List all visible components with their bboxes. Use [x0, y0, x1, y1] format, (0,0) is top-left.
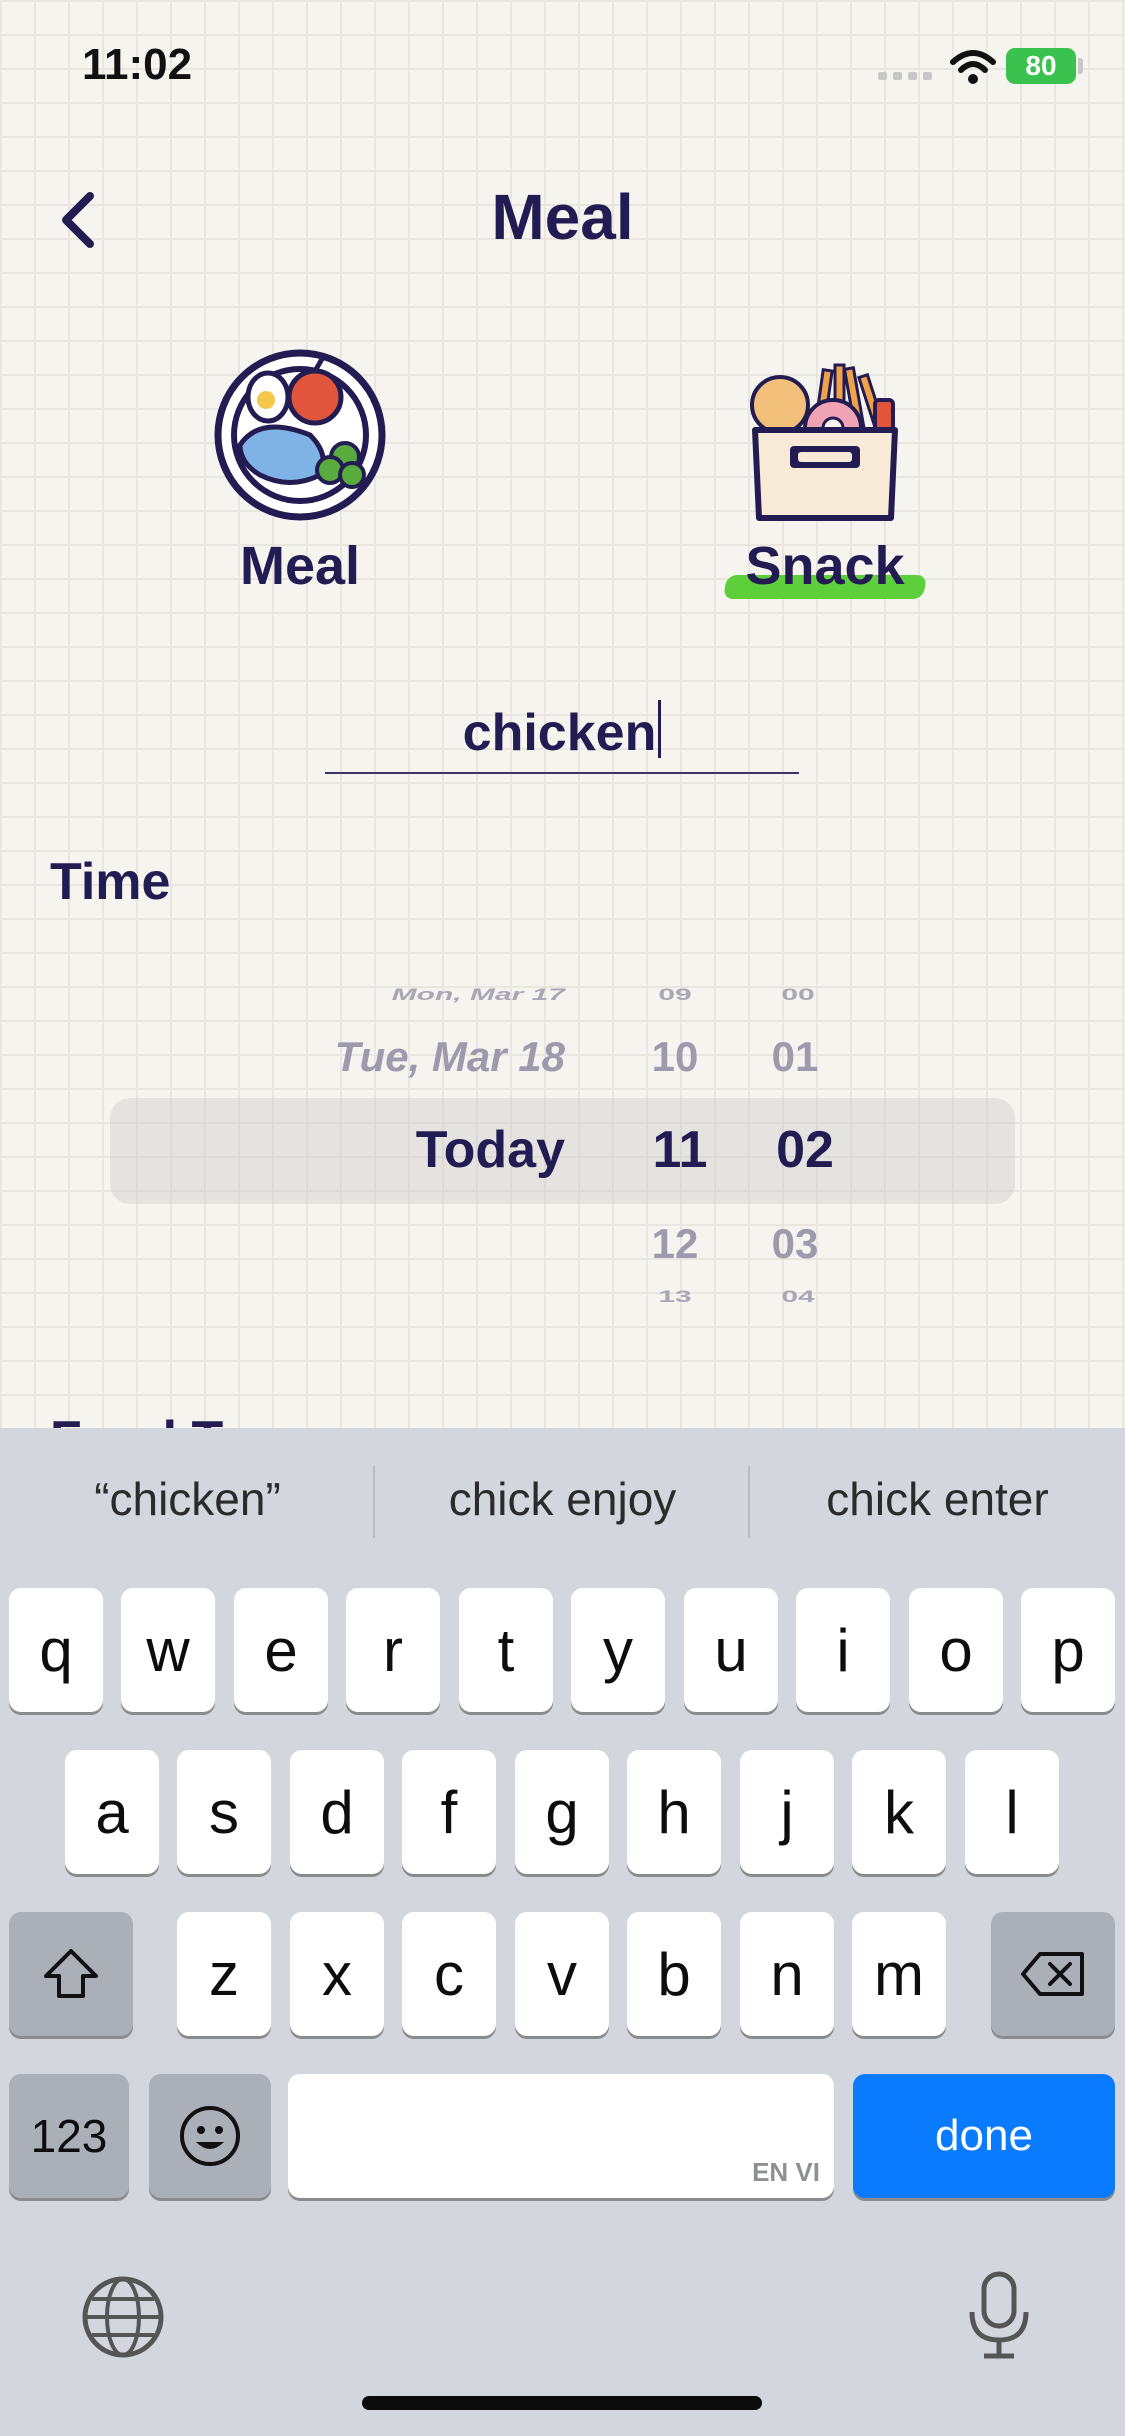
key-l[interactable]: l	[965, 1750, 1059, 1874]
suggestion-item[interactable]: “chicken”	[0, 1472, 375, 1526]
meal-type-label: Meal	[239, 536, 361, 596]
key-w[interactable]: w	[121, 1588, 215, 1712]
snack-box-icon	[750, 363, 898, 521]
key-a[interactable]: a	[65, 1750, 159, 1874]
plate-icon	[214, 349, 386, 521]
battery-level: 80	[1025, 50, 1057, 81]
search-input-value: chicken	[462, 704, 657, 762]
key-q[interactable]: q	[9, 1588, 103, 1712]
picker-minute-option[interactable]: 01	[745, 1033, 845, 1081]
key-r[interactable]: r	[346, 1588, 440, 1712]
meal-type-label: Snack	[745, 536, 905, 596]
key-k[interactable]: k	[852, 1750, 946, 1874]
picker-hour-option[interactable]: 13	[625, 1288, 725, 1307]
key-j[interactable]: j	[740, 1750, 834, 1874]
picker-minute-option[interactable]: 04	[748, 1288, 848, 1307]
microphone-icon	[969, 2271, 1029, 2359]
cellular-signal-icon	[878, 72, 932, 80]
picker-hour-selected[interactable]: 11	[630, 1120, 730, 1180]
picker-hour-option[interactable]: 09	[625, 986, 725, 1005]
home-indicator	[362, 2396, 762, 2410]
wifi-icon	[950, 50, 996, 84]
emoji-icon	[180, 2106, 240, 2166]
keyboard: “chicken” chick enjoy chick enter q w e …	[0, 1428, 1125, 2436]
key-h[interactable]: h	[627, 1750, 721, 1874]
key-g[interactable]: g	[515, 1750, 609, 1874]
battery-indicator: 80	[1006, 48, 1076, 84]
numbers-key[interactable]: 123	[9, 2074, 129, 2198]
meal-type-option-snack[interactable]: Snack	[675, 345, 975, 615]
emoji-key[interactable]	[149, 2074, 271, 2198]
suggestion-bar: “chicken” chick enjoy chick enter	[0, 1428, 1125, 1578]
shift-key[interactable]	[9, 1912, 133, 2036]
key-u[interactable]: u	[684, 1588, 778, 1712]
key-z[interactable]: z	[177, 1912, 271, 2036]
picker-date-selected[interactable]: Today	[165, 1120, 565, 1180]
key-y[interactable]: y	[571, 1588, 665, 1712]
picker-minute-selected[interactable]: 02	[755, 1120, 855, 1180]
text-caret	[658, 700, 662, 758]
key-v[interactable]: v	[515, 1912, 609, 2036]
key-i[interactable]: i	[796, 1588, 890, 1712]
picker-minute-option[interactable]: 00	[748, 986, 848, 1005]
space-key[interactable]: EN VI	[288, 2074, 834, 2198]
shift-icon	[44, 1949, 98, 1998]
done-key[interactable]: done	[853, 2074, 1115, 2198]
key-x[interactable]: x	[290, 1912, 384, 2036]
picker-hour-option[interactable]: 10	[625, 1033, 725, 1081]
picker-hour-option[interactable]: 12	[625, 1220, 725, 1268]
key-o[interactable]: o	[909, 1588, 1003, 1712]
key-s[interactable]: s	[177, 1750, 271, 1874]
key-f[interactable]: f	[402, 1750, 496, 1874]
key-d[interactable]: d	[290, 1750, 384, 1874]
space-language-label: EN VI	[752, 2157, 820, 2187]
picker-date-option[interactable]: Mon, Mar 17	[165, 986, 565, 1005]
page-title: Meal	[491, 181, 634, 253]
status-time: 11:02	[82, 40, 193, 89]
key-t[interactable]: t	[459, 1588, 553, 1712]
key-m[interactable]: m	[852, 1912, 946, 2036]
picker-minute-option[interactable]: 03	[745, 1220, 845, 1268]
backspace-key[interactable]	[991, 1912, 1115, 2036]
key-e[interactable]: e	[234, 1588, 328, 1712]
key-b[interactable]: b	[627, 1912, 721, 2036]
globe-icon	[82, 2276, 164, 2358]
meal-type-option-meal[interactable]: Meal	[150, 345, 450, 615]
key-p[interactable]: p	[1021, 1588, 1115, 1712]
suggestion-item[interactable]: chick enjoy	[375, 1472, 750, 1526]
battery-nub	[1078, 58, 1083, 74]
globe-button[interactable]	[80, 2274, 166, 2365]
suggestion-item[interactable]: chick enter	[750, 1472, 1125, 1526]
backspace-icon	[1021, 1952, 1084, 1996]
food-search-input[interactable]: chicken	[325, 700, 799, 774]
key-n[interactable]: n	[740, 1912, 834, 2036]
dictation-button[interactable]	[966, 2270, 1032, 2367]
key-c[interactable]: c	[402, 1912, 496, 2036]
picker-date-option[interactable]: Tue, Mar 18	[165, 1033, 565, 1081]
time-section-label: Time	[50, 853, 171, 911]
